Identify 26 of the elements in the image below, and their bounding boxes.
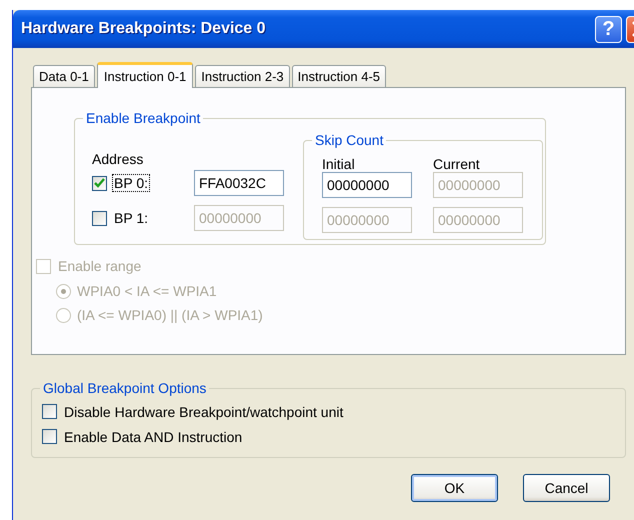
dialog-button[interactable]: Cancel [523, 474, 610, 502]
checkbox[interactable] [42, 404, 57, 419]
group-title: Skip Count [312, 132, 386, 148]
tab[interactable]: Instruction 2-3 [195, 65, 290, 87]
tab[interactable]: Data 0-1 [33, 65, 95, 87]
group-title: Enable Breakpoint [83, 110, 204, 126]
checkbox[interactable] [92, 176, 107, 190]
tab[interactable]: Instruction 0-1 [96, 62, 194, 88]
checkbox-label: Enable Data AND Instruction [63, 428, 244, 446]
tab[interactable]: Instruction 4-5 [292, 65, 386, 87]
window-title: Hardware Breakpoints: Device 0 [21, 20, 267, 38]
column-header: Address [92, 151, 144, 169]
checkbox-label: Enable range [57, 257, 142, 275]
checkbox[interactable] [42, 429, 57, 444]
checkbox-label: BP 1: [113, 209, 149, 227]
column-header: Current [433, 156, 481, 172]
checkbox[interactable] [92, 210, 107, 226]
column-header: Initial [322, 156, 356, 172]
initial-field[interactable]: 00000000 [322, 172, 412, 198]
checkbox-label: Disable Hardware Breakpoint/watchpoint unit [63, 402, 344, 420]
checkbox-label: BP 0: [112, 174, 150, 192]
dialog-button[interactable]: OK [411, 474, 498, 502]
address-field[interactable]: FFA0032C [194, 170, 284, 196]
radio-label: WPIA0 < IA <= WPIA1 [76, 282, 218, 300]
radio-label: (IA <= WPIA0) || (IA > WPIA1) [76, 306, 264, 324]
group-title: Global Breakpoint Options [40, 380, 210, 396]
